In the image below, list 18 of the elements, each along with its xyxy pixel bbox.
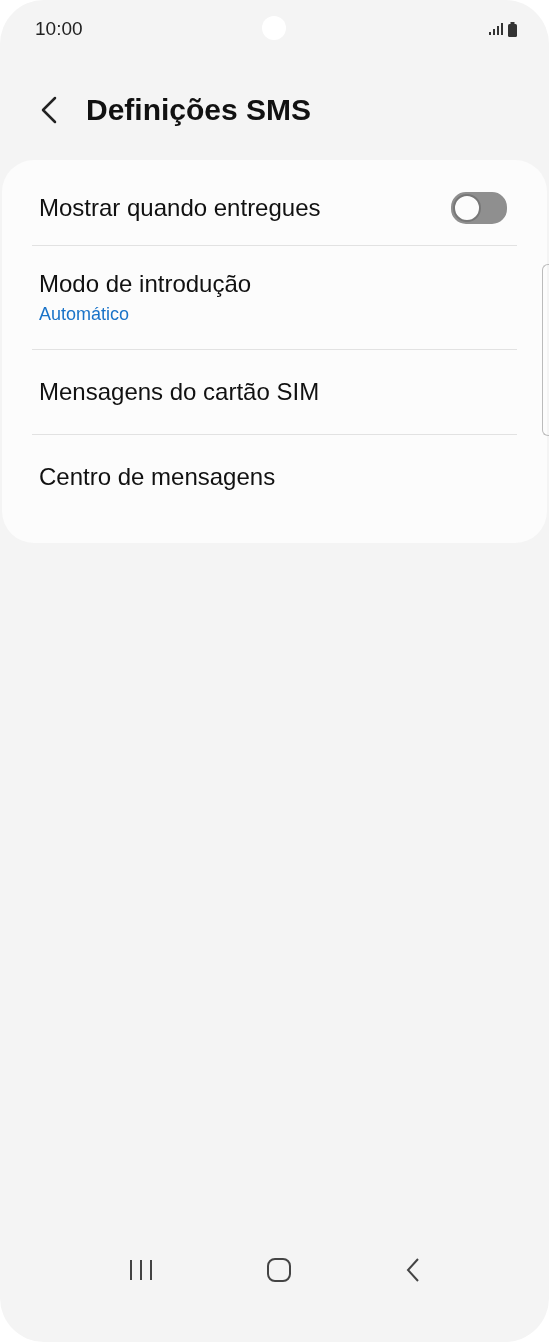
toggle-switch[interactable] <box>451 191 507 224</box>
battery-icon <box>508 21 517 37</box>
setting-label: Modo de introdução <box>39 270 253 298</box>
setting-item[interactable]: Modo de introdução Automático <box>32 246 517 349</box>
home-icon[interactable] <box>267 1258 292 1282</box>
setting-value: Automático <box>39 304 131 325</box>
setting-item[interactable]: Centro de mensagens <box>32 435 517 519</box>
setting-label: Mensagens do cartão SIM <box>39 378 321 406</box>
setting-label: Mostrar quando entregues <box>39 193 322 222</box>
status-time: 10:00 <box>35 18 83 40</box>
setting-label: Centro de mensagens <box>39 463 277 491</box>
back-icon[interactable] <box>41 96 57 124</box>
recent-apps-icon[interactable] <box>129 1259 154 1281</box>
back-icon[interactable] <box>405 1258 420 1282</box>
setting-item[interactable]: Mostrar quando entregues <box>32 170 517 245</box>
page-title: Definições SMS <box>86 93 312 127</box>
setting-item[interactable]: Mensagens do cartão SIM <box>32 350 517 434</box>
signal-icon <box>489 23 503 35</box>
